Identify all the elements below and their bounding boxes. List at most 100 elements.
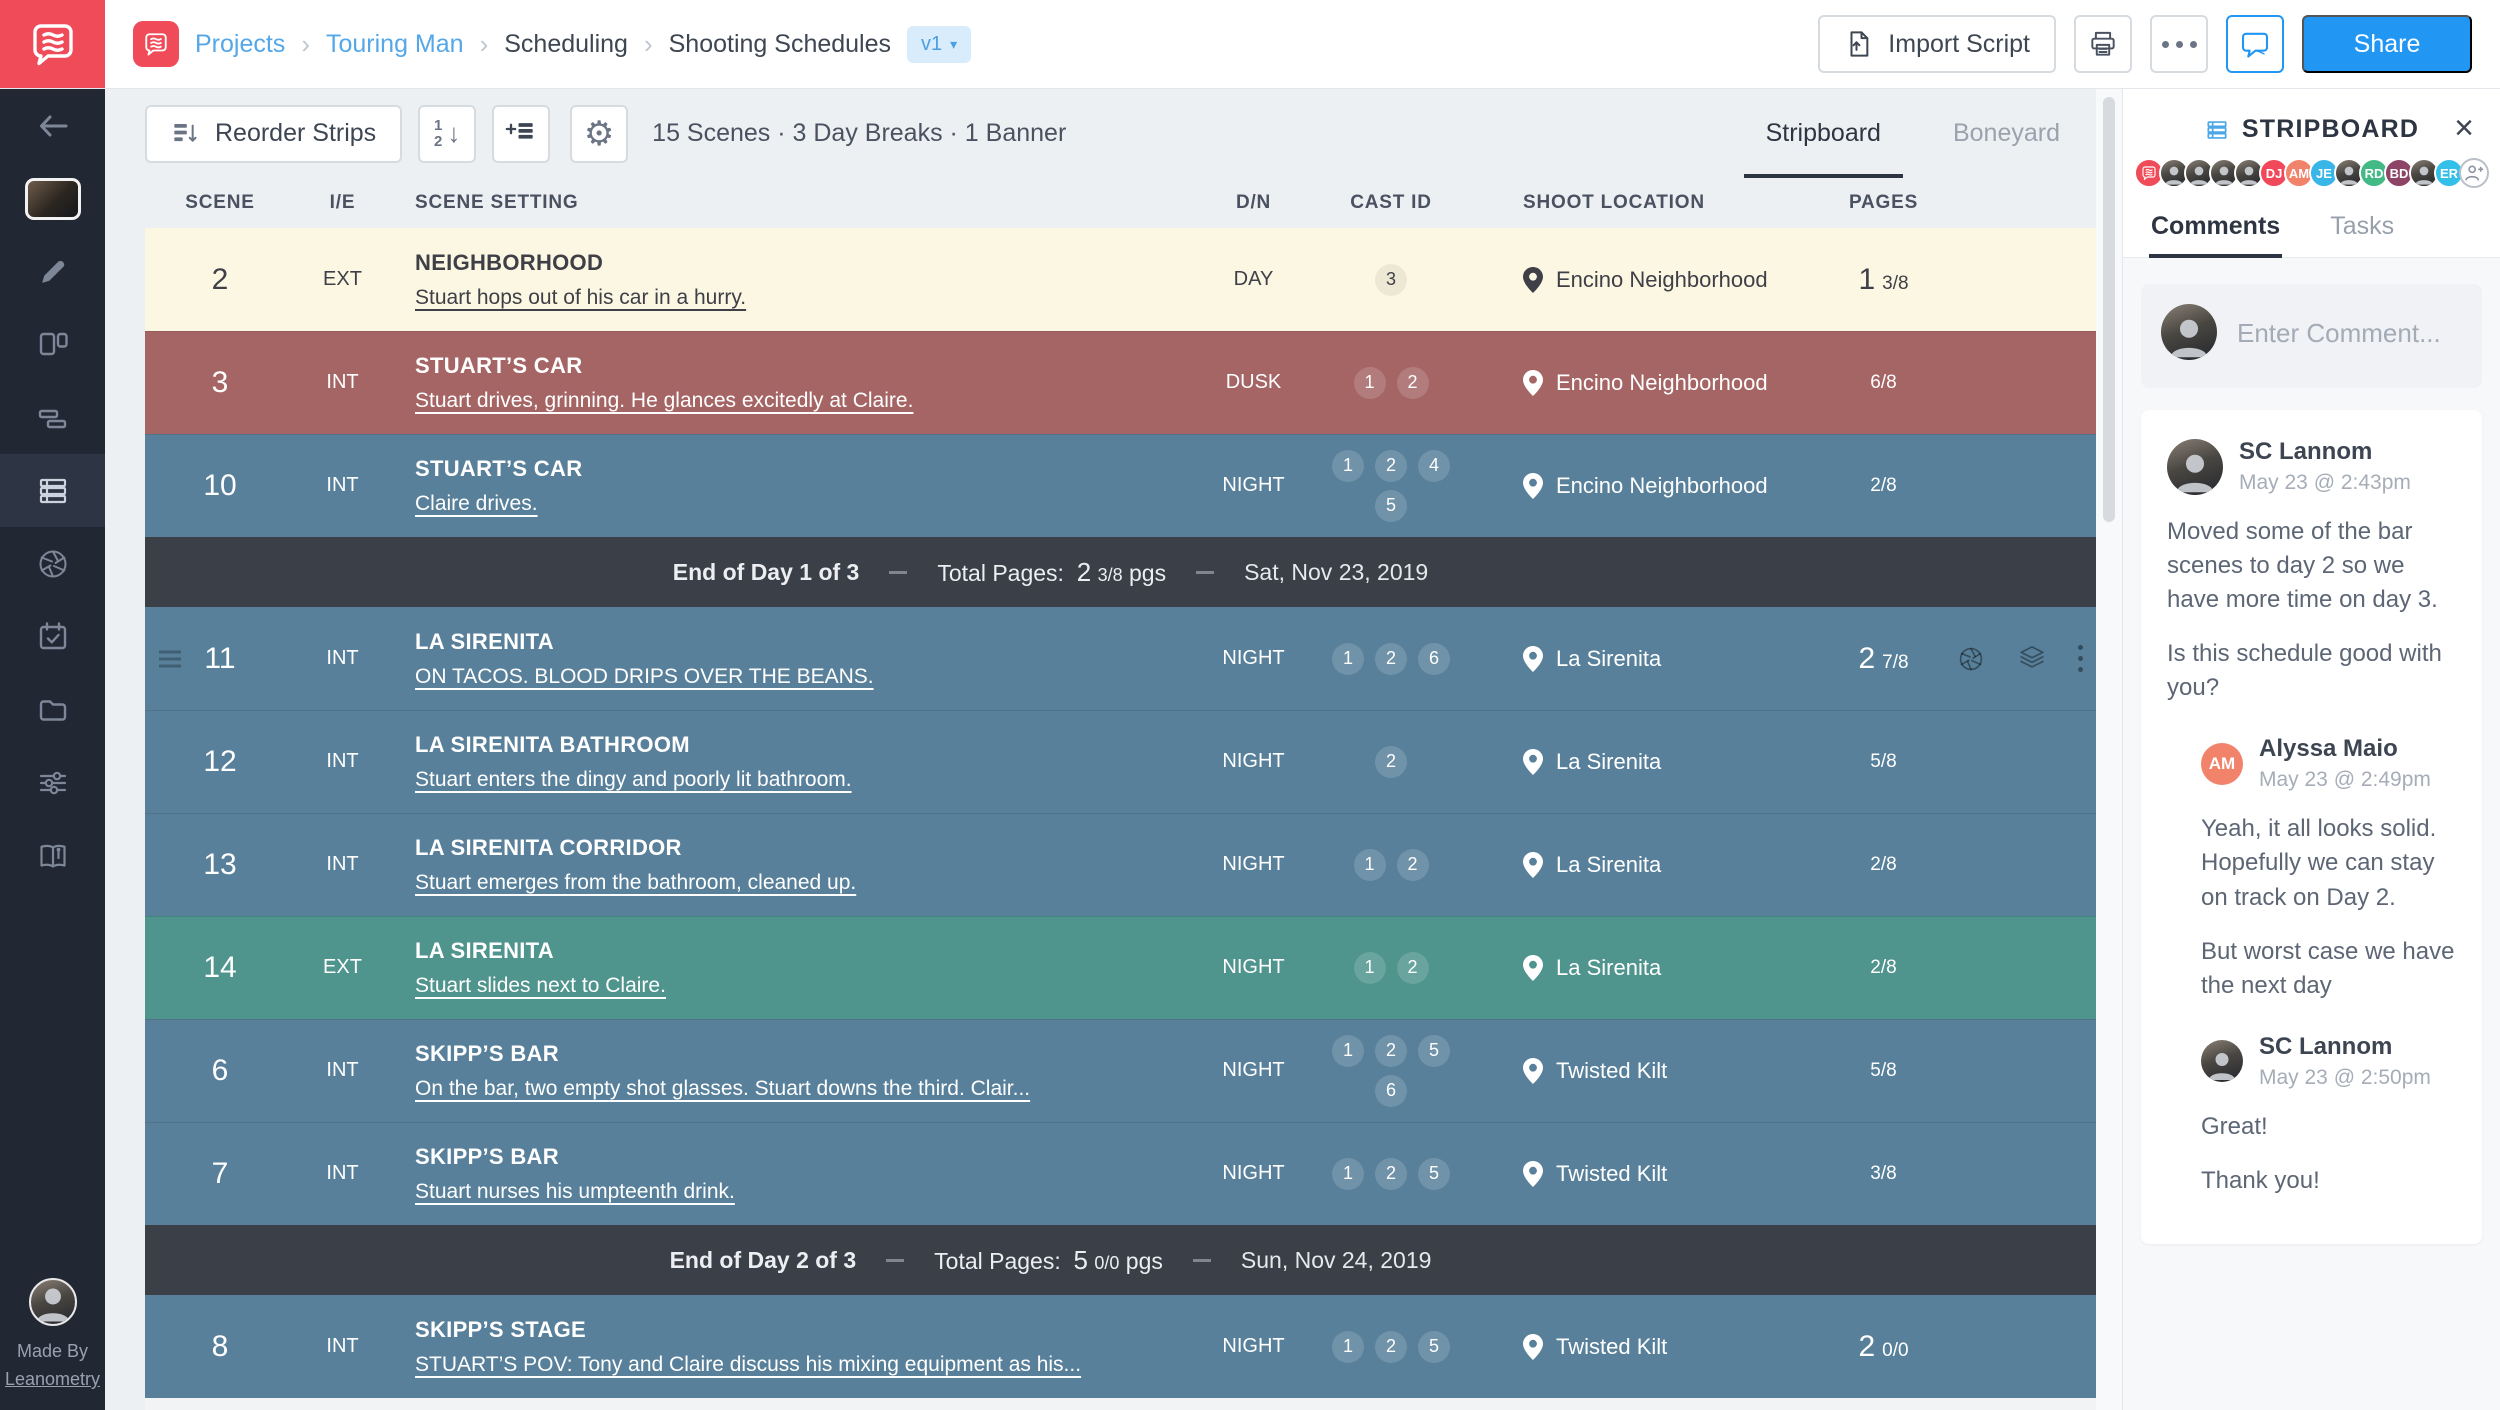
scene-shoot-location[interactable]: Twisted Kilt — [1461, 1334, 1811, 1360]
scene-strip[interactable]: 8 INT SKIPP’S STAGE STUART’S POV: Tony a… — [145, 1295, 2096, 1398]
scene-strip[interactable]: 11 INT LA SIRENITA ON TACOS. BLOOD DRIPS… — [145, 607, 2096, 710]
cast-id-chip[interactable]: 2 — [1375, 746, 1407, 778]
scene-strip[interactable]: 13 INT LA SIRENITA CORRIDOR Stuart emerg… — [145, 813, 2096, 916]
cast-id-chip[interactable]: 1 — [1354, 849, 1386, 881]
scene-shoot-location[interactable]: Encino Neighborhood — [1461, 267, 1811, 293]
scene-strip[interactable]: 7 INT SKIPP’S BAR Stuart nurses his umpt… — [145, 1122, 2096, 1225]
cast-id-chip[interactable]: 1 — [1354, 952, 1386, 984]
cast-id-chip[interactable]: 2 — [1375, 450, 1407, 482]
comment-author-name: SC Lannom — [2259, 1033, 2431, 1061]
scrollbar-track[interactable] — [2096, 89, 2122, 1410]
cast-id-chip[interactable]: 2 — [1397, 367, 1429, 399]
day-break-banner[interactable]: End of Day 1 of 3 Total Pages: 2 3/8 pgs… — [145, 537, 2096, 607]
sidebar-item-folder[interactable] — [0, 673, 105, 746]
share-button[interactable]: Share — [2302, 15, 2472, 73]
add-strip-button[interactable] — [492, 105, 550, 163]
scene-setting: LA SIRENITA — [415, 629, 1156, 655]
camera-aperture-icon[interactable] — [1956, 644, 1986, 674]
scene-shoot-location[interactable]: La Sirenita — [1461, 852, 1811, 878]
made-by-brand-link[interactable]: Leanometry — [5, 1369, 100, 1389]
comment-input[interactable]: Enter Comment... — [2141, 284, 2482, 388]
scene-strip[interactable]: 3 INT STUART’S CAR Stuart drives, grinni… — [145, 331, 2096, 434]
reorder-strips-button[interactable]: Reorder Strips — [145, 105, 402, 163]
scene-description[interactable]: Stuart drives, grinning. He glances exci… — [415, 389, 1156, 413]
cast-id-chip[interactable]: 2 — [1375, 1035, 1407, 1067]
scene-description[interactable]: Stuart hops out of his car in a hurry. — [415, 286, 1156, 310]
scene-description[interactable]: Stuart enters the dingy and poorly lit b… — [415, 768, 1156, 792]
cast-id-chip[interactable]: 4 — [1418, 450, 1450, 482]
scene-description[interactable]: Stuart slides next to Claire. — [415, 974, 1156, 998]
sidebar-item-sliders[interactable] — [0, 746, 105, 819]
layers-icon[interactable] — [2014, 644, 2050, 674]
cast-id-chip[interactable]: 5 — [1375, 490, 1407, 522]
panel-tab-tasks[interactable]: Tasks — [2328, 200, 2396, 257]
scene-description[interactable]: On the bar, two empty shot glasses. Stua… — [415, 1077, 1156, 1101]
cast-id-chip[interactable]: 2 — [1397, 849, 1429, 881]
cast-id-chip[interactable]: 2 — [1375, 1158, 1407, 1190]
close-icon[interactable]: × — [2454, 111, 2474, 145]
cast-id-chip[interactable]: 2 — [1375, 643, 1407, 675]
comments-toggle-button[interactable] — [2226, 15, 2284, 73]
scene-shoot-location[interactable]: La Sirenita — [1461, 749, 1811, 775]
cast-id-chip[interactable]: 3 — [1375, 264, 1407, 296]
sort-scenes-button[interactable]: 12↓ — [418, 105, 476, 163]
cast-id-chip[interactable]: 6 — [1418, 643, 1450, 675]
strip-menu-icon[interactable] — [2078, 645, 2083, 672]
cast-id-chip[interactable]: 1 — [1332, 1035, 1364, 1067]
sidebar-item-aperture[interactable] — [0, 527, 105, 600]
scene-shoot-location[interactable]: Encino Neighborhood — [1461, 473, 1811, 499]
cast-id-chip[interactable]: 5 — [1418, 1331, 1450, 1363]
import-script-button[interactable]: Import Script — [1818, 15, 2056, 73]
sidebar-item-schedule-strips[interactable] — [0, 381, 105, 454]
view-tab-boneyard[interactable]: Boneyard — [1917, 89, 2096, 178]
scene-strip[interactable]: 6 INT SKIPP’S BAR On the bar, two empty … — [145, 1019, 2096, 1122]
scene-strip[interactable]: 12 INT LA SIRENITA BATHROOM Stuart enter… — [145, 710, 2096, 813]
sidebar-item-script-pages[interactable] — [0, 308, 105, 381]
cast-id-chip[interactable]: 1 — [1332, 1331, 1364, 1363]
cast-id-chip[interactable]: 2 — [1375, 1331, 1407, 1363]
scene-description[interactable]: ON TACOS. BLOOD DRIPS OVER THE BEANS. — [415, 665, 1156, 689]
scene-shoot-location[interactable]: La Sirenita — [1461, 955, 1811, 981]
sidebar-item-back-arrow[interactable] — [0, 89, 105, 162]
scrollbar-thumb[interactable] — [2103, 97, 2115, 522]
sidebar-item-project-thumbnail[interactable] — [0, 162, 105, 235]
cast-id-chip[interactable]: 1 — [1332, 643, 1364, 675]
print-button[interactable] — [2074, 15, 2132, 73]
studiobinder-logo[interactable] — [0, 0, 105, 88]
scene-shoot-location[interactable]: Twisted Kilt — [1461, 1161, 1811, 1187]
drag-handle-icon[interactable] — [159, 650, 181, 667]
breadcrumb-item[interactable]: Projects — [195, 30, 285, 59]
scene-strip[interactable]: 2 EXT NEIGHBORHOOD Stuart hops out of hi… — [145, 228, 2096, 331]
sidebar-item-pencil[interactable] — [0, 235, 105, 308]
cast-id-chip[interactable]: 1 — [1332, 450, 1364, 482]
version-badge[interactable]: v1 ▾ — [907, 26, 971, 63]
cast-id-chip[interactable]: 6 — [1375, 1075, 1407, 1107]
scene-description[interactable]: Claire drives. — [415, 492, 1156, 516]
scene-description[interactable]: Stuart nurses his umpteenth drink. — [415, 1180, 1156, 1204]
location-pin-icon — [1523, 267, 1543, 293]
scene-shoot-location[interactable]: La Sirenita — [1461, 646, 1811, 672]
breadcrumb-item[interactable]: Touring Man — [326, 30, 464, 59]
scene-shoot-location[interactable]: Twisted Kilt — [1461, 1058, 1811, 1084]
sidebar-item-contacts-book[interactable] — [0, 819, 105, 892]
project-logo-chip[interactable] — [133, 21, 179, 67]
user-avatar[interactable] — [29, 1278, 77, 1326]
cast-id-chip[interactable]: 2 — [1397, 952, 1429, 984]
cast-id-chip[interactable]: 5 — [1418, 1035, 1450, 1067]
cast-id-chip[interactable]: 1 — [1354, 367, 1386, 399]
stripboard-settings-button[interactable]: ⚙ — [570, 105, 628, 163]
panel-tab-comments[interactable]: Comments — [2149, 200, 2282, 257]
sidebar-item-calendar-check[interactable] — [0, 600, 105, 673]
sidebar-item-stripboard[interactable] — [0, 454, 105, 527]
cast-id-chip[interactable]: 1 — [1332, 1158, 1364, 1190]
add-collaborator-button[interactable] — [2459, 158, 2489, 188]
scene-strip[interactable]: 14 EXT LA SIRENITA Stuart slides next to… — [145, 916, 2096, 1019]
day-break-banner[interactable]: End of Day 2 of 3 Total Pages: 5 0/0 pgs… — [145, 1225, 2096, 1295]
scene-description[interactable]: Stuart emerges from the bathroom, cleane… — [415, 871, 1156, 895]
more-options-button[interactable] — [2150, 15, 2208, 73]
view-tab-stripboard[interactable]: Stripboard — [1730, 89, 1917, 178]
scene-strip[interactable]: 10 INT STUART’S CAR Claire drives. NIGHT… — [145, 434, 2096, 537]
scene-shoot-location[interactable]: Encino Neighborhood — [1461, 370, 1811, 396]
scene-description[interactable]: STUART’S POV: Tony and Claire discuss hi… — [415, 1353, 1156, 1377]
cast-id-chip[interactable]: 5 — [1418, 1158, 1450, 1190]
